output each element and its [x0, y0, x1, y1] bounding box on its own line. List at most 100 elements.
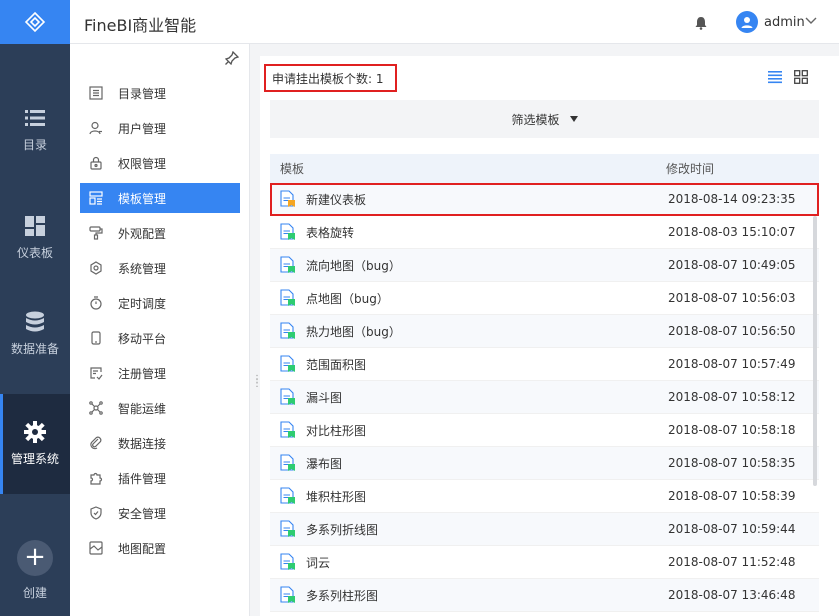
table-row[interactable]: 对比柱形图 2018-08-07 10:58:18: [270, 414, 819, 447]
modified-time: 2018-08-07 10:58:39: [668, 489, 796, 503]
subnav-item-label: 权限管理: [118, 156, 167, 171]
template-name[interactable]: 多系列折线图: [306, 521, 668, 538]
app-title: FineBI商业智能: [84, 16, 197, 35]
subnav-item-label: 插件管理: [118, 471, 167, 486]
mobile-icon: [88, 330, 104, 346]
filter-label: 筛选模板: [511, 112, 560, 127]
dashboard-file-icon: [280, 289, 295, 306]
subnav-item-label: 数据连接: [118, 436, 167, 451]
create-button[interactable]: + 创建: [0, 530, 70, 616]
admin-subnav: 目录管理 用户管理 权限管理 模板管理 外观配置 系统管理 定时调度 移动平台 …: [70, 44, 250, 616]
dashboard-file-icon: [280, 421, 295, 438]
template-name[interactable]: 点地图（bug）: [306, 290, 668, 307]
logo[interactable]: [0, 0, 70, 44]
table-row[interactable]: 多系列折线图 2018-08-07 10:59:44: [270, 513, 819, 546]
modified-time: 2018-08-07 13:46:48: [668, 588, 796, 602]
column-header-modified[interactable]: 修改时间: [666, 160, 806, 177]
plugin-icon: [88, 470, 104, 486]
subnav-item-mobile[interactable]: 移动平台: [80, 323, 240, 353]
template-name[interactable]: 漏斗图: [306, 389, 668, 406]
dashboard-file-icon: [280, 553, 295, 570]
list-icon: [24, 107, 46, 129]
template-name[interactable]: 瀑布图: [306, 455, 668, 472]
rail-item-data-prep[interactable]: 数据准备: [0, 284, 70, 384]
filter-template-dropdown[interactable]: 筛选模板: [270, 100, 819, 138]
resize-handle[interactable]: ⋮ ⋮: [252, 375, 262, 392]
template-name[interactable]: 流向地图（bug）: [306, 257, 668, 274]
list-view-icon[interactable]: [768, 70, 782, 84]
table-row[interactable]: 新建仪表板 2018-08-14 09:23:35: [270, 183, 819, 216]
subnav-item-appearance[interactable]: 外观配置: [80, 218, 240, 248]
ops-icon: [88, 400, 104, 416]
template-name[interactable]: 词云: [306, 554, 668, 571]
shield-icon: [88, 505, 104, 521]
subnav-item-label: 移动平台: [118, 331, 167, 346]
modified-time: 2018-08-07 10:57:49: [668, 357, 796, 371]
table-row[interactable]: 范围面积图 2018-08-07 10:57:49: [270, 348, 819, 381]
rail-item-admin[interactable]: 管理系统: [0, 394, 70, 494]
pin-icon[interactable]: [225, 51, 239, 65]
avatar-icon[interactable]: [736, 11, 758, 33]
subnav-item-smart-ops[interactable]: 智能运维: [80, 393, 240, 423]
rail-item-label: 目录: [22, 138, 47, 152]
catalog-icon: [88, 85, 104, 101]
template-name[interactable]: 热力地图（bug）: [306, 323, 668, 340]
subnav-item-data-connection[interactable]: 数据连接: [80, 428, 240, 458]
dashboard-file-icon: [280, 586, 295, 603]
dashboard-file-icon: [280, 256, 295, 273]
template-name[interactable]: 表格旋转: [306, 224, 668, 241]
subnav-item-plugins[interactable]: 插件管理: [80, 463, 240, 493]
table-row[interactable]: 多系列柱形图 2018-08-07 13:46:48: [270, 579, 819, 612]
chevron-down-icon[interactable]: [805, 16, 817, 26]
rail-item-catalog[interactable]: 目录: [0, 80, 70, 180]
subnav-item-templates[interactable]: 模板管理: [80, 183, 240, 213]
subnav-item-system[interactable]: 系统管理: [80, 253, 240, 283]
table-row[interactable]: 堆积柱形图 2018-08-07 10:58:39: [270, 480, 819, 513]
subnav-item-label: 智能运维: [118, 401, 167, 416]
template-table: 模板 修改时间 新建仪表板 2018-08-14 09:23:35 表格旋转 2018…: [270, 154, 819, 612]
subnav-item-security[interactable]: 安全管理: [80, 498, 240, 528]
gear-icon: [24, 421, 46, 443]
lock-icon: [88, 155, 104, 171]
user-name[interactable]: admin: [764, 15, 805, 30]
template-name[interactable]: 对比柱形图: [306, 422, 668, 439]
subnav-item-scheduling[interactable]: 定时调度: [80, 288, 240, 318]
table-header: 模板 修改时间: [270, 154, 819, 183]
template-name[interactable]: 多系列柱形图: [306, 587, 668, 604]
dashboard-file-icon: [280, 388, 295, 405]
table-row[interactable]: 表格旋转 2018-08-03 15:10:07: [270, 216, 819, 249]
grid-view-icon[interactable]: [794, 70, 808, 84]
modified-time: 2018-08-07 10:56:50: [668, 324, 796, 338]
template-name[interactable]: 范围面积图: [306, 356, 668, 373]
modified-time: 2018-08-07 10:58:12: [668, 390, 796, 404]
vertical-scrollbar[interactable]: [813, 216, 817, 486]
subnav-item-users[interactable]: 用户管理: [80, 113, 240, 143]
create-label: 创建: [22, 586, 47, 600]
table-row[interactable]: 瀑布图 2018-08-07 10:58:35: [270, 447, 819, 480]
table-row[interactable]: 点地图（bug） 2018-08-07 10:56:03: [270, 282, 819, 315]
modified-time: 2018-08-07 10:58:35: [668, 456, 796, 470]
modified-time: 2018-08-07 10:59:44: [668, 522, 796, 536]
subnav-item-catalog[interactable]: 目录管理: [80, 78, 240, 108]
subnav-item-registration[interactable]: 注册管理: [80, 358, 240, 388]
rail-item-dashboard[interactable]: 仪表板: [0, 188, 70, 288]
template-name[interactable]: 新建仪表板: [306, 191, 668, 208]
dashboard-file-icon: [280, 190, 295, 207]
subnav-item-label: 用户管理: [118, 121, 167, 136]
logo-icon: [24, 11, 46, 33]
column-header-template[interactable]: 模板: [270, 160, 666, 177]
table-row[interactable]: 漏斗图 2018-08-07 10:58:12: [270, 381, 819, 414]
subnav-item-label: 模板管理: [118, 191, 167, 206]
dashboard-file-icon: [280, 223, 295, 240]
subnav-item-map-config[interactable]: 地图配置: [80, 533, 240, 563]
table-row[interactable]: 词云 2018-08-07 11:52:48: [270, 546, 819, 579]
table-row[interactable]: 热力地图（bug） 2018-08-07 10:56:50: [270, 315, 819, 348]
modified-time: 2018-08-14 09:23:35: [668, 192, 796, 206]
template-name[interactable]: 堆积柱形图: [306, 488, 668, 505]
settings-icon: [88, 260, 104, 276]
link-icon: [88, 435, 104, 451]
subnav-item-permissions[interactable]: 权限管理: [80, 148, 240, 178]
bell-icon[interactable]: [694, 16, 708, 30]
table-row[interactable]: 流向地图（bug） 2018-08-07 10:49:05: [270, 249, 819, 282]
modified-time: 2018-08-07 10:58:18: [668, 423, 796, 437]
